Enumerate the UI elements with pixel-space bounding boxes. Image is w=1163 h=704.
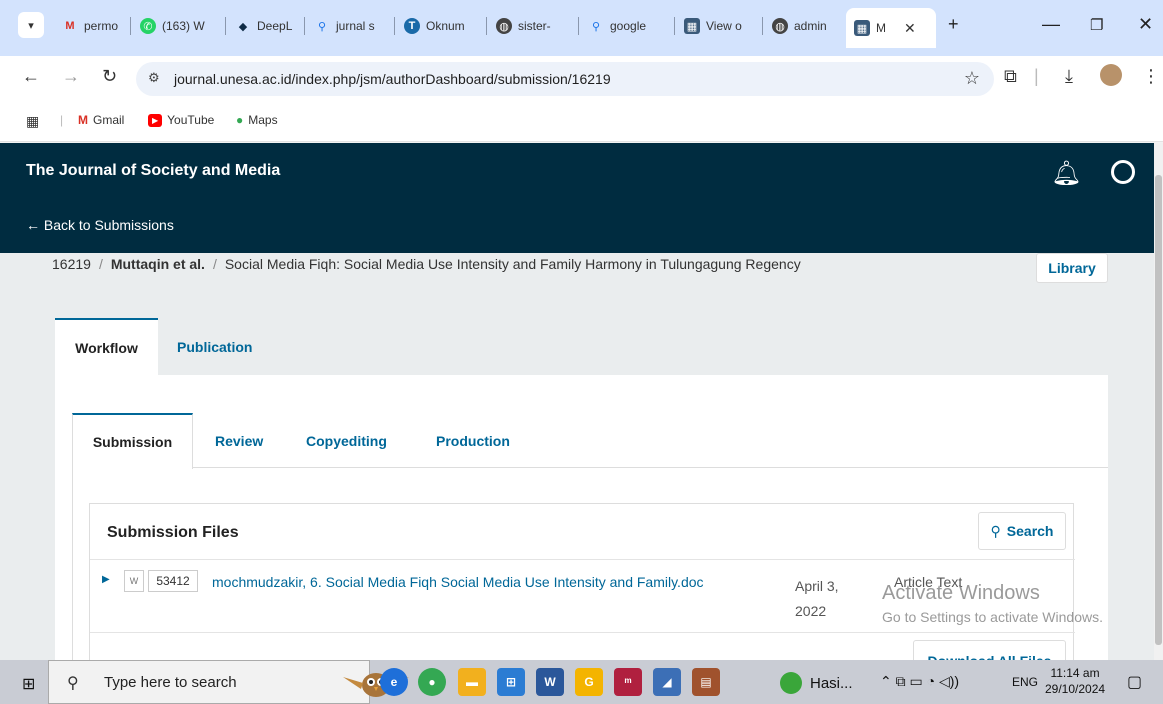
browser-tab-whatsapp[interactable]: ✆ (163) W (140, 12, 215, 40)
activate-windows-watermark: Activate Windows Go to Settings to activ… (882, 582, 1103, 625)
restore-button[interactable]: ❐ (1090, 16, 1103, 34)
tab-search-dropdown[interactable]: ▾ (18, 12, 44, 38)
browser-tab-oknum[interactable]: T Oknum (404, 12, 476, 40)
new-tab-button[interactable]: + (948, 14, 959, 35)
stage-panel-border (72, 467, 73, 660)
panel-divider (90, 632, 1075, 633)
expand-row-icon[interactable]: ▶ (102, 574, 110, 585)
browser-tab-google[interactable]: ⚲ google (588, 12, 666, 40)
user-profile-icon[interactable] (1111, 160, 1135, 184)
scrollbar-thumb[interactable] (1155, 175, 1162, 645)
notifications-icon[interactable]: ▢ (1127, 672, 1142, 692)
journal-icon: ▦ (854, 20, 870, 36)
word-icon[interactable]: W (536, 668, 564, 696)
journal-title[interactable]: The Journal of Society and Media (26, 162, 280, 180)
toolbar-divider: | (1034, 66, 1039, 86)
bookmark-gmail[interactable]: M Gmail (78, 113, 124, 127)
bookmark-youtube[interactable]: ▶ YouTube (148, 113, 214, 127)
notification-bell-icon[interactable]: 🔔︎ (1051, 159, 1081, 188)
language-indicator[interactable]: ENG (1012, 675, 1038, 689)
oknum-icon: T (404, 18, 420, 34)
chrome-browser-icon[interactable]: ● (418, 668, 446, 696)
forward-arrow-icon[interactable]: → (62, 66, 80, 87)
doc-file-icon: W (124, 570, 144, 592)
taskbar-search-box[interactable]: ⚲ Type here to search (48, 660, 409, 704)
taskbar-active-app[interactable]: Hasi... (780, 672, 853, 694)
profile-avatar-icon[interactable] (1100, 64, 1122, 86)
browser-toolbar: ← → ↻ ⚙ journal.unesa.ac.id/index.php/js… (0, 56, 1163, 102)
tab-review[interactable]: Review (215, 413, 263, 468)
tab-submission[interactable]: Submission (72, 413, 193, 469)
browser-tab-sister[interactable]: ◍ sister- (496, 12, 568, 40)
edge-browser-icon[interactable]: e (380, 668, 408, 696)
whatsapp-icon: ✆ (140, 18, 156, 34)
windows-taskbar: ⊞ ⚲ Type here to search e ● ▬ ⊞ W G ᵐ ◢ … (0, 660, 1163, 704)
file-id: 53412 (148, 570, 198, 592)
maps-pin-icon: ● (236, 113, 244, 127)
search-icon: ⚲ (67, 675, 79, 692)
system-tray-icons[interactable]: ⌃ ⧉ ▭ ◔ ◁)) (880, 673, 959, 690)
address-bar[interactable]: ⚙ journal.unesa.ac.id/index.php/jsm/auth… (136, 62, 994, 96)
bookmark-divider: | (60, 113, 64, 127)
search-icon: ⚲ (990, 522, 1001, 539)
search-icon: ⚲ (317, 20, 327, 33)
extensions-icon[interactable]: ⧉ (1004, 66, 1017, 87)
url-text[interactable]: journal.unesa.ac.id/index.php/jsm/author… (174, 71, 611, 87)
app-icon (780, 672, 802, 694)
browser-tabstrip: ▾ M permo ✆ (163) W ◆ DeepL ⚲ jurnal s T… (0, 0, 1163, 56)
file-explorer-icon[interactable]: ▬ (458, 668, 486, 696)
bookmark-maps[interactable]: ● Maps (236, 113, 278, 127)
file-date: April 3, 2022 (795, 578, 839, 619)
back-arrow-icon[interactable]: ← (22, 66, 40, 87)
deepl-icon: ◆ (238, 20, 248, 33)
close-window-button[interactable]: ✕ (1138, 14, 1153, 35)
microsoft-store-icon[interactable]: ⊞ (497, 668, 525, 696)
mendeley-icon[interactable]: ᵐ (614, 668, 642, 696)
windows-start-icon[interactable]: ⊞ (22, 674, 35, 694)
submission-breadcrumb: 16219/Muttaqin et al. / Social Media Fiqh:… (52, 256, 801, 272)
youtube-icon: ▶ (148, 113, 163, 127)
tab-publication[interactable]: Publication (177, 318, 252, 376)
browser-tab-view[interactable]: ▦ View o (684, 12, 754, 40)
gmail-icon: M (65, 20, 75, 32)
close-tab-icon[interactable]: ✕ (904, 20, 916, 37)
tab-workflow[interactable]: Workflow (55, 318, 158, 376)
apps-grid-icon[interactable]: ▦ (26, 113, 39, 130)
notes-app-icon[interactable]: ◢ (653, 668, 681, 696)
minimize-button[interactable]: — (1042, 14, 1060, 35)
search-icon: ⚲ (591, 20, 601, 33)
back-to-submissions-link[interactable]: ← Back to Submissions (26, 217, 174, 233)
tab-copyediting[interactable]: Copyediting (306, 413, 387, 468)
winrar-icon[interactable]: ▤ (692, 668, 720, 696)
library-button[interactable]: Library (1036, 253, 1108, 283)
download-all-files-button[interactable]: Download All Files (913, 640, 1066, 660)
gmail-icon: M (78, 113, 88, 127)
browser-tab-active[interactable]: ▦ M ✕ (846, 8, 936, 48)
search-files-button[interactable]: ⚲ Search (978, 512, 1066, 550)
bookmark-star-icon[interactable]: ☆ (964, 68, 980, 89)
stage-tabs-divider (193, 467, 1108, 468)
tab-production[interactable]: Production (436, 413, 510, 468)
system-clock[interactable]: 11:14 am 29/10/2024 (1045, 665, 1105, 697)
journal-header: The Journal of Society and Media ← Back … (0, 143, 1154, 253)
menu-kebab-icon[interactable]: ⋮ (1142, 66, 1160, 87)
file-name-link[interactable]: mochmudzakir, 6. Social Media Fiqh Socia… (212, 574, 704, 590)
panel-divider (90, 559, 1075, 560)
globe-icon: ◍ (496, 18, 512, 34)
browser-tab-jurnal[interactable]: ⚲ jurnal s (314, 12, 384, 40)
browser-tab-admin[interactable]: ◍ admin (772, 12, 840, 40)
journal-icon: ▦ (684, 18, 700, 34)
pdf-app-icon[interactable]: G (575, 668, 603, 696)
download-icon[interactable]: ⤓ (1065, 66, 1073, 87)
globe-icon: ◍ (772, 18, 788, 34)
submission-files-title: Submission Files (107, 524, 239, 541)
browser-tab-deepl[interactable]: ◆ DeepL (235, 12, 295, 40)
reload-icon[interactable]: ↻ (102, 66, 117, 87)
site-info-icon[interactable]: ⚙ (148, 70, 160, 86)
bookmarks-bar: ▦ | M Gmail ▶ YouTube ● Maps (0, 102, 1163, 142)
browser-tab-gmail[interactable]: M permo (62, 12, 122, 40)
